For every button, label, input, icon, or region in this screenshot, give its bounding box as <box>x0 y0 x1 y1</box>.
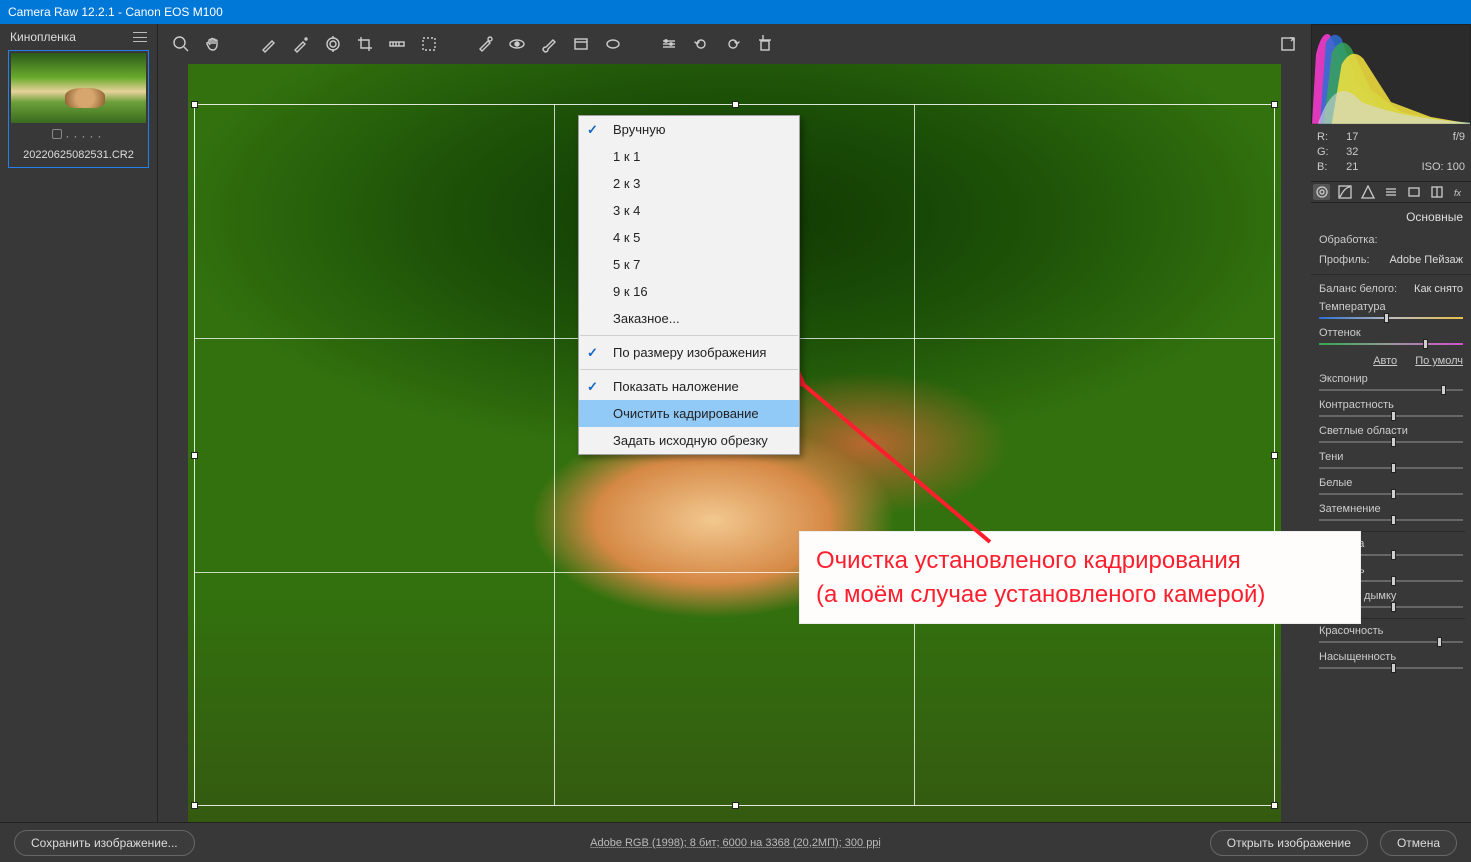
tint-slider[interactable] <box>1319 343 1463 345</box>
filmstrip-header: Кинопленка <box>10 30 76 44</box>
cancel-button[interactable]: Отмена <box>1380 830 1457 856</box>
save-image-button[interactable]: Сохранить изображение... <box>14 830 195 856</box>
open-image-toolbar-icon[interactable] <box>1279 35 1297 53</box>
auto-link[interactable]: Авто <box>1373 355 1397 367</box>
slider-track[interactable] <box>1319 519 1463 521</box>
thumbnail-image <box>11 53 146 123</box>
slider-track[interactable] <box>1319 441 1463 443</box>
workflow-options-link[interactable]: Adobe RGB (1998); 8 бит; 6000 на 3368 (2… <box>590 837 881 849</box>
histogram[interactable] <box>1311 24 1471 124</box>
ctx-item[interactable]: 4 к 5 <box>579 224 799 251</box>
rotate-cw-icon[interactable] <box>724 35 742 53</box>
trash-icon[interactable] <box>756 35 774 53</box>
temp-label: Температура <box>1319 301 1463 313</box>
ctx-item[interactable]: 3 к 4 <box>579 197 799 224</box>
footer: Сохранить изображение... Adobe RGB (1998… <box>0 822 1471 862</box>
ctx-item[interactable]: Заказное... <box>579 305 799 332</box>
tab-split[interactable] <box>1406 184 1423 200</box>
radial-filter-tool-icon[interactable] <box>604 35 622 53</box>
ctx-item[interactable]: 2 к 3 <box>579 170 799 197</box>
rgb-readout: R: 17 G: 32 B: 21 <box>1317 130 1366 175</box>
treatment-label: Обработка: <box>1319 234 1378 246</box>
crop-tool-icon[interactable] <box>356 35 374 53</box>
ctx-item[interactable]: 1 к 1 <box>579 143 799 170</box>
rotate-ccw-icon[interactable] <box>692 35 710 53</box>
white-balance-tool-icon[interactable] <box>260 35 278 53</box>
svg-text:fx: fx <box>1454 188 1462 198</box>
profile-value[interactable]: Adobe Пейзаж <box>1389 254 1463 266</box>
ctx-item[interactable]: 5 к 7 <box>579 251 799 278</box>
tab-basic[interactable] <box>1313 184 1330 200</box>
slider-label: Красочность <box>1319 625 1463 637</box>
wb-value[interactable]: Как снято <box>1414 283 1463 295</box>
crop-badge-icon <box>52 129 62 139</box>
slider-track[interactable] <box>1319 467 1463 469</box>
toolbar <box>158 24 1311 64</box>
profile-label: Профиль: <box>1319 254 1370 266</box>
slider-label: Светлые области <box>1319 425 1463 437</box>
annotation-arrow <box>780 362 1010 562</box>
slider-track[interactable] <box>1319 667 1463 669</box>
filmstrip-panel: Кинопленка ····· 20220625082531.CR2 <box>0 24 158 862</box>
slider-track[interactable] <box>1319 641 1463 643</box>
tint-label: Оттенок <box>1319 327 1463 339</box>
app-title: Camera Raw 12.2.1 - Canon EOS M100 <box>8 5 223 19</box>
target-adjust-tool-icon[interactable] <box>324 35 342 53</box>
filmstrip-thumbnail[interactable]: ····· 20220625082531.CR2 <box>8 50 149 168</box>
thumbnail-badges: ····· <box>11 129 146 143</box>
adjustment-brush-tool-icon[interactable] <box>540 35 558 53</box>
tab-lens[interactable] <box>1429 184 1446 200</box>
panel-tabs: fx <box>1311 181 1471 203</box>
ctx-item[interactable]: ✓Показать наложение <box>579 373 799 400</box>
slider-label: Насыщенность <box>1319 651 1463 663</box>
color-sampler-tool-icon[interactable] <box>292 35 310 53</box>
slider-label: Экспонир <box>1319 373 1463 385</box>
graduated-filter-tool-icon[interactable] <box>572 35 590 53</box>
default-link[interactable]: По умолч <box>1415 355 1463 367</box>
slider-label: Белые <box>1319 477 1463 489</box>
open-image-button[interactable]: Открыть изображение <box>1210 830 1368 856</box>
wb-label: Баланс белого: <box>1319 283 1397 295</box>
slider-label: Тени <box>1319 451 1463 463</box>
spot-removal-tool-icon[interactable] <box>476 35 494 53</box>
filmstrip-menu-icon[interactable] <box>133 32 147 42</box>
ctx-item[interactable]: Задать исходную обрезку <box>579 427 799 454</box>
titlebar: Camera Raw 12.2.1 - Canon EOS M100 <box>0 0 1471 24</box>
tab-hsl[interactable] <box>1382 184 1399 200</box>
slider-track[interactable] <box>1319 415 1463 417</box>
transform-tool-icon[interactable] <box>420 35 438 53</box>
tab-curve[interactable] <box>1336 184 1353 200</box>
straighten-tool-icon[interactable] <box>388 35 406 53</box>
right-panel: R: 17 G: 32 B: 21 f/9 ISO: 100 fx Основн… <box>1311 24 1471 862</box>
thumbnail-filename: 20220625082531.CR2 <box>11 149 146 161</box>
ctx-item[interactable]: 9 к 16 <box>579 278 799 305</box>
tab-fx[interactable]: fx <box>1452 184 1469 200</box>
ctx-item[interactable]: ✓Вручную <box>579 116 799 143</box>
exif-readout: f/9 ISO: 100 <box>1422 130 1465 175</box>
crop-context-menu: ✓Вручную1 к 12 к 33 к 44 к 55 к 79 к 16З… <box>578 115 800 455</box>
slider-track[interactable] <box>1319 493 1463 495</box>
tab-detail[interactable] <box>1359 184 1376 200</box>
temp-slider[interactable] <box>1319 317 1463 319</box>
ctx-item[interactable]: Очистить кадрирование <box>579 400 799 427</box>
zoom-tool-icon[interactable] <box>172 35 190 53</box>
slider-label: Контрастность <box>1319 399 1463 411</box>
slider-track[interactable] <box>1319 389 1463 391</box>
red-eye-tool-icon[interactable] <box>508 35 526 53</box>
ctx-item[interactable]: ✓По размеру изображения <box>579 339 799 366</box>
basic-header: Основные <box>1311 207 1471 230</box>
slider-label: Затемнение <box>1319 503 1463 515</box>
preferences-icon[interactable] <box>660 35 678 53</box>
hand-tool-icon[interactable] <box>204 35 222 53</box>
